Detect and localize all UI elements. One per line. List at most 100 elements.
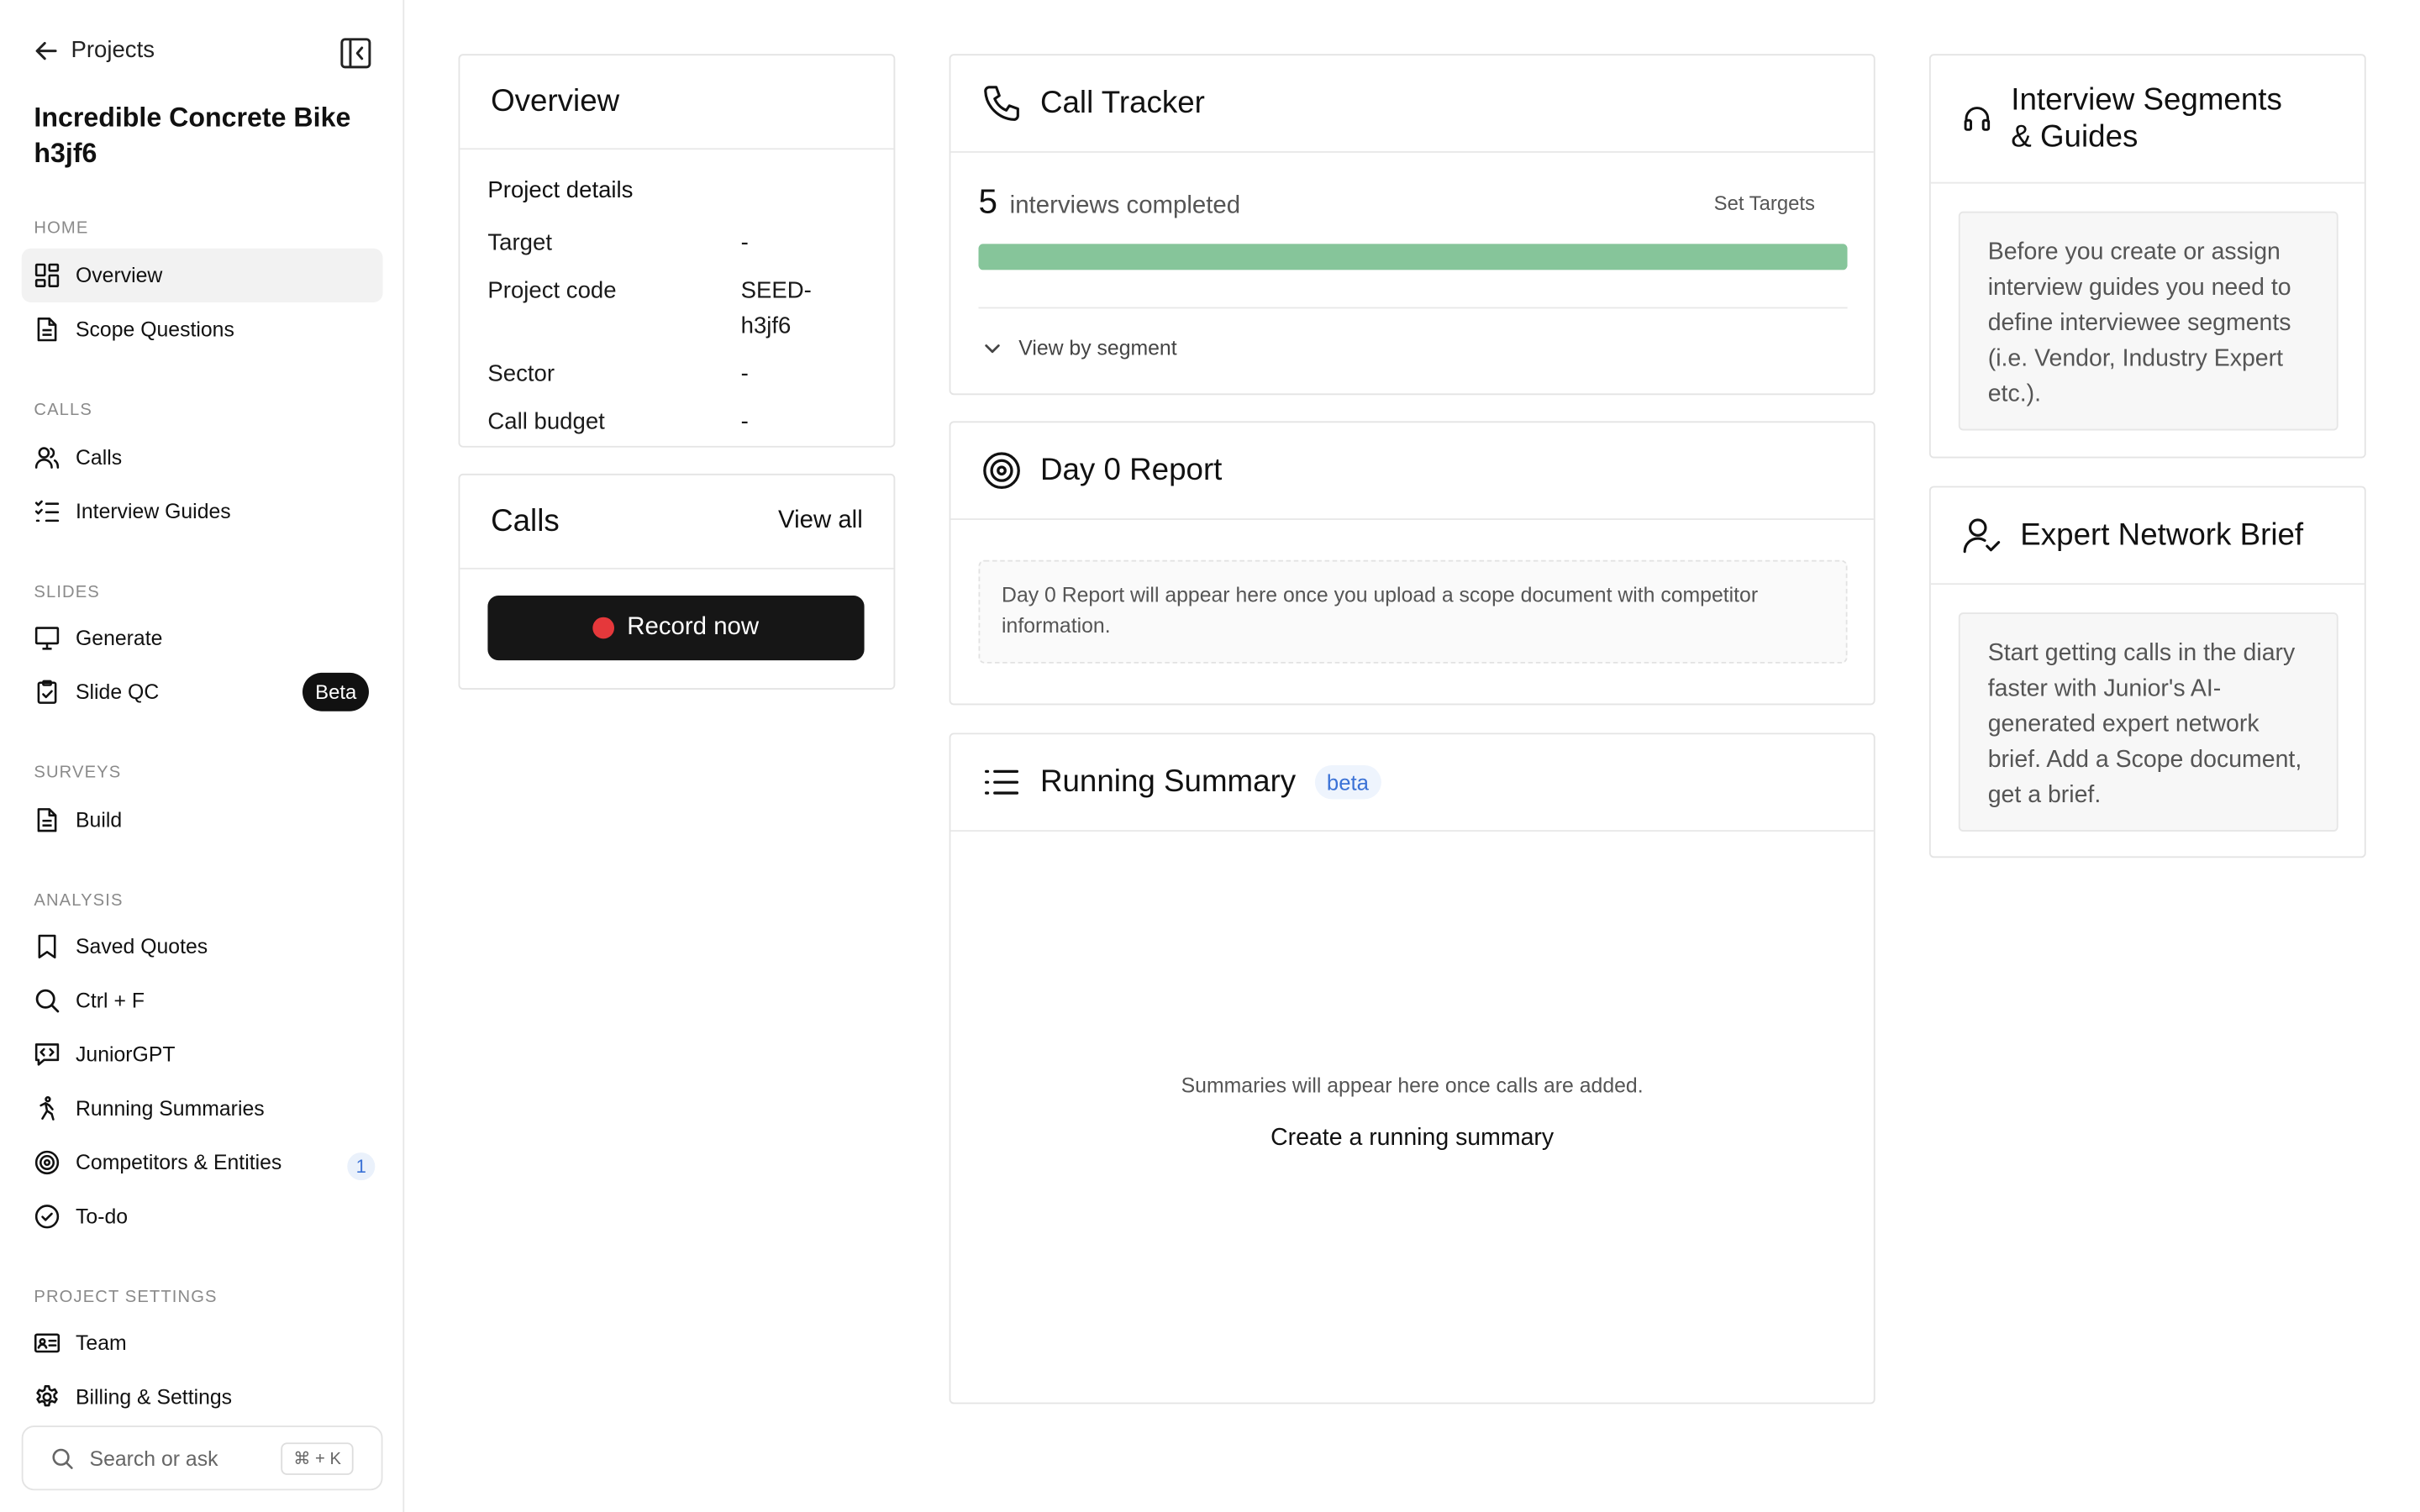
check-circle-icon (34, 1205, 60, 1229)
interview-segments-card: Interview Segments & Guides Before you c… (1928, 54, 2366, 459)
section-label-analysis: ANALYSIS (34, 891, 124, 911)
gear-icon (36, 1385, 58, 1407)
segments-info-box: Before you create or assign interview gu… (1958, 211, 2338, 431)
sidebar-item-label: Team (76, 1331, 127, 1355)
sidebar-item-label: Ctrl + F (76, 989, 145, 1012)
progress-fill (978, 244, 1848, 270)
sidebar-item-slide-qc[interactable]: Slide QC Beta (22, 665, 383, 719)
back-to-projects-link[interactable]: Projects (34, 37, 155, 63)
sidebar-item-label: Billing & Settings (76, 1385, 233, 1409)
section-label-slides: SLIDES (34, 583, 100, 602)
detail-row-call-budget: Call budget - (487, 404, 865, 439)
sidebar-item-saved-quotes[interactable]: Saved Quotes (22, 920, 383, 974)
running-summary-card: Running Summary beta Summaries will appe… (949, 732, 1876, 1404)
back-link-label: Projects (71, 37, 155, 64)
project-details: Project details Target - Project code SE… (460, 150, 893, 439)
detail-key: Project code (487, 277, 617, 304)
target-icon (34, 1150, 60, 1175)
sidebar-item-juniorgpt[interactable]: JuniorGPT (22, 1027, 383, 1081)
calls-card: Calls View all Record now (458, 473, 896, 690)
interviews-count-label: interviews completed (1009, 192, 1241, 219)
dashboard-icon (34, 263, 60, 288)
document-icon (37, 318, 57, 342)
section-label-project-settings: PROJECT SETTINGS (34, 1288, 218, 1307)
sidebar-item-competitors[interactable]: Competitors & Entities 1 (22, 1136, 383, 1189)
checklist-icon (34, 500, 60, 522)
record-now-button[interactable]: Record now (487, 595, 865, 661)
sidebar-item-generate[interactable]: Generate (22, 611, 383, 664)
detail-row-project-code: Project code SEED-h3jf6 (487, 273, 865, 344)
chat-code-icon (34, 1043, 60, 1066)
view-by-segment-toggle[interactable]: View by segment (981, 336, 1177, 360)
project-title: Incredible Concrete Bike h3jf6 (34, 102, 351, 169)
sidebar-item-label: Competitors & Entities (76, 1151, 282, 1174)
competitors-count-badge: 1 (347, 1152, 376, 1180)
sidebar-item-todo[interactable]: To-do (22, 1189, 383, 1243)
bookmark-icon (38, 934, 56, 958)
running-figure-icon (39, 1096, 55, 1121)
sidebar-item-ctrl-f[interactable]: Ctrl + F (22, 974, 383, 1027)
document-icon (37, 808, 57, 832)
create-running-summary-link[interactable]: Create a running summary (950, 1125, 1873, 1152)
sidebar-item-scope-questions[interactable]: Scope Questions (22, 302, 383, 356)
sidebar-item-billing-settings[interactable]: Billing & Settings (22, 1370, 383, 1424)
expert-network-brief-card: Expert Network Brief Start getting calls… (1928, 486, 2366, 858)
day0-report-header: Day 0 Report (950, 423, 1874, 520)
user-check-icon (1963, 518, 2001, 554)
empty-state-text: Summaries will appear here once calls ar… (1181, 1074, 1644, 1097)
day0-report-title: Day 0 Report (1039, 453, 1223, 487)
expert-network-brief-header: Expert Network Brief (1930, 487, 2365, 585)
sidebar-item-label: Saved Quotes (76, 935, 208, 958)
id-card-icon (34, 1333, 60, 1353)
target-icon (983, 452, 1020, 490)
detail-key: Target (487, 229, 553, 256)
presentation-icon (34, 627, 60, 650)
detail-key: Call budget (487, 408, 605, 435)
sidebar-item-label: Scope Questions (76, 318, 234, 341)
day0-report-placeholder: Day 0 Report will appear here once you u… (978, 559, 1848, 664)
view-by-segment-label: View by segment (1018, 336, 1177, 360)
sidebar-item-label: Running Summaries (76, 1096, 265, 1121)
beta-badge: Beta (302, 672, 369, 711)
record-dot-icon (592, 617, 615, 639)
sidebar-item-build[interactable]: Build (22, 793, 383, 847)
expert-network-brief-title: Expert Network Brief (2020, 517, 2304, 552)
search-shortcut-hint: ⌘ + K (281, 1441, 354, 1475)
search-icon (52, 1447, 73, 1469)
search-ask-input[interactable]: Search or ask ⌘ + K (21, 1425, 383, 1491)
sidebar-item-label: Slide QC (76, 680, 160, 704)
sidebar-item-running-summaries[interactable]: Running Summaries (22, 1082, 383, 1136)
detail-value: - (740, 229, 749, 256)
sidebar-item-label: Calls (76, 445, 123, 470)
headset-icon (1964, 107, 1991, 131)
beta-badge: beta (1314, 765, 1381, 800)
section-label-home: HOME (34, 218, 89, 238)
detail-row-sector: Sector - (487, 356, 865, 391)
set-targets-button[interactable]: Set Targets (1714, 192, 1815, 215)
sidebar-item-overview[interactable]: Overview (21, 248, 383, 303)
project-details-heading: Project details (487, 177, 634, 204)
chevron-down-icon (985, 344, 1000, 353)
sidebar-item-interview-guides[interactable]: Interview Guides (22, 485, 383, 538)
expert-brief-info-box: Start getting calls in the diary faster … (1958, 612, 2338, 832)
sidebar-collapse-icon[interactable] (339, 37, 372, 70)
arrow-left-icon (35, 41, 57, 60)
day0-report-card: Day 0 Report Day 0 Report will appear he… (949, 421, 1876, 706)
view-all-calls-link[interactable]: View all (778, 507, 863, 535)
clipboard-check-icon (37, 680, 57, 704)
detail-value: SEED-h3jf6 (740, 277, 812, 340)
sidebar-item-calls[interactable]: Calls (22, 430, 383, 484)
detail-key: Sector (487, 360, 555, 388)
phone-icon (984, 86, 1019, 121)
detail-row-target: Target - (487, 225, 865, 260)
interviews-count: 5 (978, 181, 997, 221)
calls-title: Calls (491, 503, 560, 538)
interview-segments-header: Interview Segments & Guides (1930, 55, 2365, 184)
divider (978, 307, 1848, 309)
list-icon (985, 769, 1019, 795)
title-line: Interview Segments (2011, 83, 2282, 118)
sidebar-item-team[interactable]: Team (22, 1316, 383, 1370)
app-root: Projects Incredible Concrete Bike h3jf6 … (0, 0, 2420, 1512)
interviews-progress-bar (978, 244, 1848, 270)
section-label-surveys: SURVEYS (34, 764, 122, 783)
